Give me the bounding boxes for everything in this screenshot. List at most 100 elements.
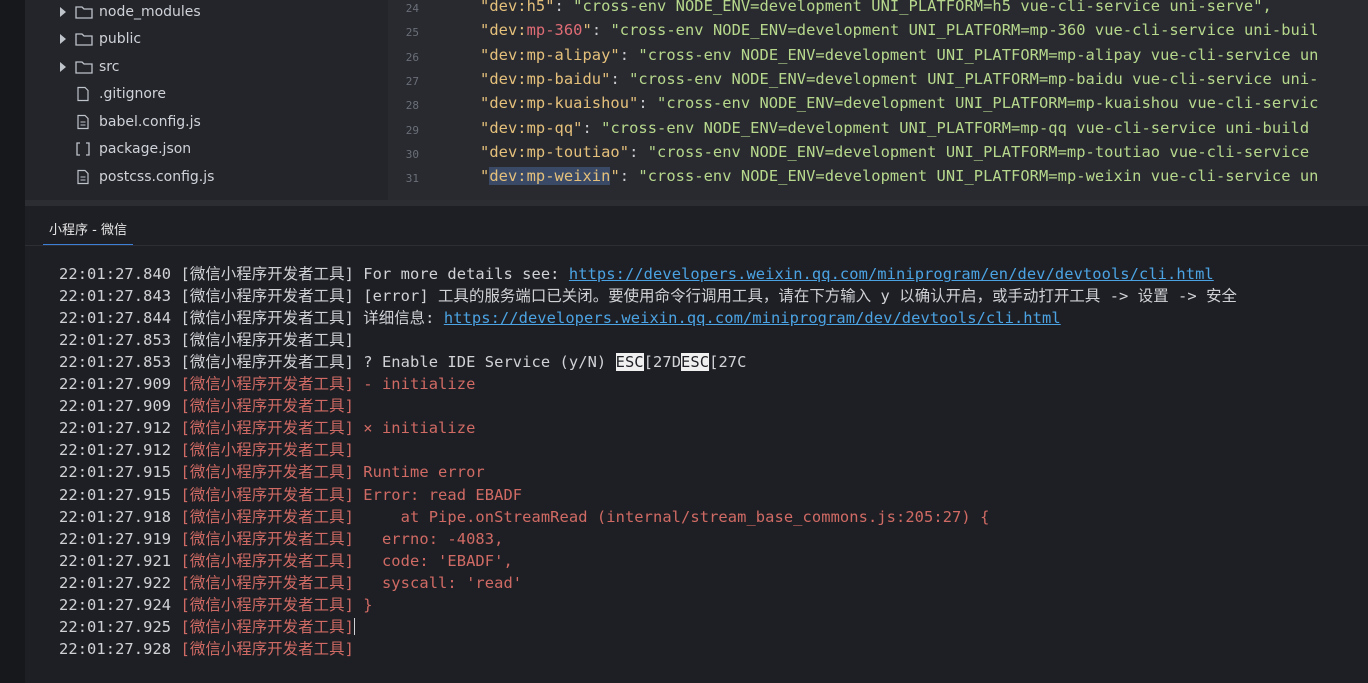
log-timestamp: 22:01:27.915 [59, 485, 172, 504]
log-line: 22:01:27.843 [微信小程序开发者工具] [error] 工具的服务端… [59, 284, 1237, 306]
log-line: 22:01:27.909 [微信小程序开发者工具] - initialize [59, 372, 475, 394]
log-timestamp: 22:01:27.844 [59, 309, 172, 328]
json-key-end: " [610, 167, 620, 186]
tree-item-label: postcss.config.js [99, 168, 215, 185]
log-message: code: 'EBADF', [353, 551, 513, 570]
line-number: 25 [405, 26, 419, 40]
tree-item-label: .gitignore [99, 85, 166, 102]
log-source-tag: [微信小程序开发者工具] [180, 331, 354, 350]
json-key: "dev:mp-alipay" [480, 45, 620, 64]
chevron-right-icon[interactable] [58, 6, 68, 18]
doc-link[interactable]: https://developers.weixin.qq.com/minipro… [444, 309, 1061, 327]
line-number: 31 [405, 172, 419, 186]
json-key-platform: mp-360 [526, 21, 583, 40]
log-message: - initialize [353, 375, 476, 394]
log-timestamp: 22:01:27.921 [59, 551, 172, 570]
escape-marker: ESC [681, 353, 710, 372]
log-timestamp: 22:01:27.924 [59, 595, 172, 614]
log-line: 22:01:27.928 [微信小程序开发者工具] [59, 637, 354, 659]
log-line: 22:01:27.909 [微信小程序开发者工具] [59, 394, 354, 416]
js-file-icon [75, 114, 91, 130]
escape-marker: ESC [615, 353, 644, 372]
log-line: 22:01:27.840 [微信小程序开发者工具] For more detai… [59, 262, 1214, 284]
chevron-right-icon[interactable] [58, 61, 68, 73]
tree-item-package-json[interactable]: package.json [25, 135, 388, 162]
log-message: errno: -4083, [353, 529, 504, 548]
json-value: "cross-env NODE_ENV=development UNI_PLAT… [647, 142, 1310, 161]
tree-item-postcss-config-js[interactable]: postcss.config.js [25, 163, 388, 190]
log-line: 22:01:27.912 [微信小程序开发者工具] [59, 438, 354, 460]
tree-item-public[interactable]: public [25, 25, 388, 52]
json-colon: : [582, 118, 602, 137]
json-key: "dev:mp-kuaishou" [480, 94, 639, 113]
doc-link[interactable]: https://developers.weixin.qq.com/minipro… [569, 265, 1214, 283]
log-source-tag: [微信小程序开发者工具] [180, 617, 354, 636]
line-number: 29 [405, 123, 419, 137]
log-line: 22:01:27.853 [微信小程序开发者工具] ? Enable IDE S… [59, 350, 746, 372]
log-source-tag: [微信小程序开发者工具] [180, 353, 354, 372]
json-value: "cross-env NODE_ENV=development UNI_PLAT… [638, 167, 1319, 186]
code-line[interactable]: "dev:mp-toutiao": "cross-env NODE_ENV=de… [480, 143, 1309, 161]
log-timestamp: 22:01:27.928 [59, 639, 172, 658]
selected-text: dev:mp-weixin [489, 167, 611, 186]
log-line: 22:01:27.918 [微信小程序开发者工具] at Pipe.onStre… [59, 505, 989, 527]
log-source-tag: [微信小程序开发者工具] [180, 507, 354, 526]
log-timestamp: 22:01:27.925 [59, 617, 172, 636]
log-timestamp: 22:01:27.915 [59, 463, 172, 482]
code-line[interactable]: "dev:mp-qq": "cross-env NODE_ENV=develop… [480, 119, 1309, 137]
code-line[interactable]: "dev:mp-weixin": "cross-env NODE_ENV=dev… [480, 167, 1319, 186]
log-source-tag: [微信小程序开发者工具] [180, 529, 354, 548]
log-timestamp: 22:01:27.909 [59, 375, 172, 394]
escape-sequence: [27C [709, 353, 747, 372]
tab-miniprogram-weixin[interactable]: 小程序 - 微信 [43, 220, 133, 246]
tree-item-node-modules[interactable]: node_modules [25, 0, 388, 25]
json-key: " [480, 167, 490, 186]
log-line: 22:01:27.924 [微信小程序开发者工具] } [59, 593, 373, 615]
tree-item-label: src [99, 58, 120, 75]
log-message: [error] 工具的服务端口已关闭。要使用命令行调用工具，请在下方输入 y 以… [353, 287, 1238, 306]
log-line: 22:01:27.912 [微信小程序开发者工具] × initialize [59, 416, 475, 438]
log-line: 22:01:27.844 [微信小程序开发者工具] 详细信息: https://… [59, 306, 1061, 328]
tree-item--gitignore[interactable]: .gitignore [25, 80, 388, 107]
code-line[interactable]: "dev:mp-baidu": "cross-env NODE_ENV=deve… [480, 70, 1318, 88]
line-number: 27 [405, 74, 419, 88]
code-line[interactable]: "dev:mp-kuaishou": "cross-env NODE_ENV=d… [480, 94, 1318, 112]
code-line[interactable]: "dev:mp-360": "cross-env NODE_ENV=develo… [480, 21, 1318, 39]
line-number: 26 [405, 50, 419, 64]
json-colon: : [610, 69, 630, 88]
log-timestamp: 22:01:27.909 [59, 397, 172, 416]
json-key: "dev:h5" [480, 0, 555, 15]
log-source-tag: [微信小程序开发者工具] [180, 463, 354, 482]
line-number: 30 [405, 147, 419, 161]
log-source-tag: [微信小程序开发者工具] [180, 551, 354, 570]
log-timestamp: 22:01:27.918 [59, 507, 172, 526]
output-panel: 小程序 - 微信 22:01:27.840 [微信小程序开发者工具] For m… [25, 206, 1368, 683]
log-line: 22:01:27.915 [微信小程序开发者工具] Error: read EB… [59, 483, 522, 505]
json-colon: : [638, 94, 658, 113]
log-line: 22:01:27.922 [微信小程序开发者工具] syscall: 'read… [59, 571, 522, 593]
tree-item-label: public [99, 30, 142, 47]
log-source-tag: [微信小程序开发者工具] [180, 397, 354, 416]
js-file-icon [75, 169, 91, 185]
line-number: 28 [405, 99, 419, 113]
json-value: "cross-env NODE_ENV=development UNI_PLAT… [629, 69, 1319, 88]
tree-item-src[interactable]: src [25, 53, 388, 80]
log-source-tag: [微信小程序开发者工具] [180, 639, 354, 658]
folder-icon [75, 4, 93, 20]
tree-item-label: node_modules [99, 3, 201, 20]
code-editor[interactable]: 24 25 26 27 28 29 30 31 "dev:h5": "cross-env NO… [388, 0, 1368, 200]
log-message: ? Enable IDE Service (y/N) [353, 353, 616, 372]
json-value: "cross-env NODE_ENV=development UNI_PLAT… [601, 118, 1310, 137]
folder-icon [75, 59, 93, 75]
log-source-tag: [微信小程序开发者工具] [180, 573, 354, 592]
log-source-tag: [微信小程序开发者工具] [180, 595, 354, 614]
code-line[interactable]: "dev:mp-alipay": "cross-env NODE_ENV=dev… [480, 46, 1318, 64]
code-line[interactable]: "dev:h5": "cross-env NODE_ENV=developmen… [480, 0, 1272, 15]
log-timestamp: 22:01:27.912 [59, 441, 172, 460]
chevron-right-icon[interactable] [58, 33, 68, 45]
log-source-tag: [微信小程序开发者工具] [180, 375, 354, 394]
log-timestamp: 22:01:27.922 [59, 573, 172, 592]
tree-item-babel-config-js[interactable]: babel.config.js [25, 108, 388, 135]
log-source-tag: [微信小程序开发者工具] [180, 265, 354, 283]
log-timestamp: 22:01:27.912 [59, 419, 172, 438]
